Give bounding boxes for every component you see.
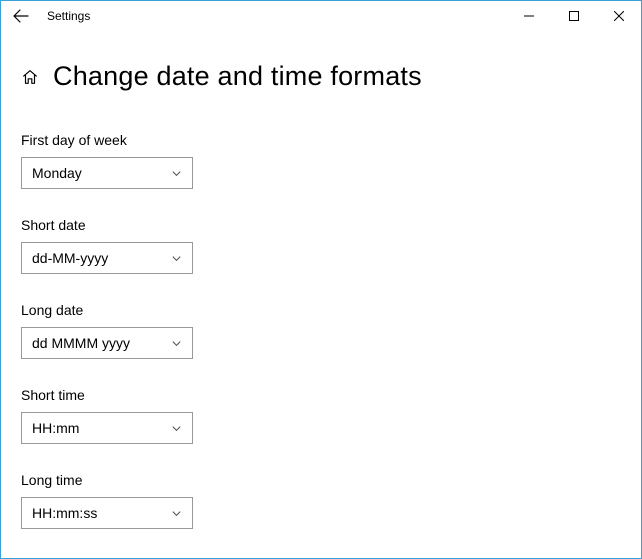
combo-first-day-of-week[interactable]: Monday [21,157,193,189]
arrow-left-icon [13,8,29,24]
combo-short-time[interactable]: HH:mm [21,412,193,444]
chevron-down-icon [171,423,182,434]
close-button[interactable] [596,2,641,31]
settings-window: Settings [0,0,642,559]
chevron-down-icon [171,168,182,179]
minimize-icon [524,11,534,21]
content-area: Change date and time formats First day o… [1,31,641,529]
chevron-down-icon [171,338,182,349]
close-icon [614,11,624,21]
window-title: Settings [47,9,90,23]
combo-value: dd-MM-yyyy [32,250,108,266]
back-button[interactable] [7,2,35,30]
label-first-day-of-week: First day of week [21,132,621,148]
field-long-date: Long date dd MMMM yyyy [21,302,621,359]
combo-value: dd MMMM yyyy [32,335,130,351]
chevron-down-icon [171,508,182,519]
combo-long-time[interactable]: HH:mm:ss [21,497,193,529]
titlebar: Settings [1,1,641,31]
maximize-icon [569,11,579,21]
field-short-date: Short date dd-MM-yyyy [21,217,621,274]
combo-value: HH:mm:ss [32,505,97,521]
label-short-date: Short date [21,217,621,233]
chevron-down-icon [171,253,182,264]
page-header: Change date and time formats [21,61,621,92]
field-long-time: Long time HH:mm:ss [21,472,621,529]
label-short-time: Short time [21,387,621,403]
combo-value: HH:mm [32,420,79,436]
combo-long-date[interactable]: dd MMMM yyyy [21,327,193,359]
label-long-date: Long date [21,302,621,318]
minimize-button[interactable] [506,2,551,31]
window-controls [506,2,641,31]
field-short-time: Short time HH:mm [21,387,621,444]
combo-value: Monday [32,165,82,181]
combo-short-date[interactable]: dd-MM-yyyy [21,242,193,274]
titlebar-left: Settings [7,2,90,30]
page-title: Change date and time formats [53,61,422,92]
field-first-day-of-week: First day of week Monday [21,132,621,189]
home-icon[interactable] [21,68,39,86]
maximize-button[interactable] [551,2,596,31]
label-long-time: Long time [21,472,621,488]
